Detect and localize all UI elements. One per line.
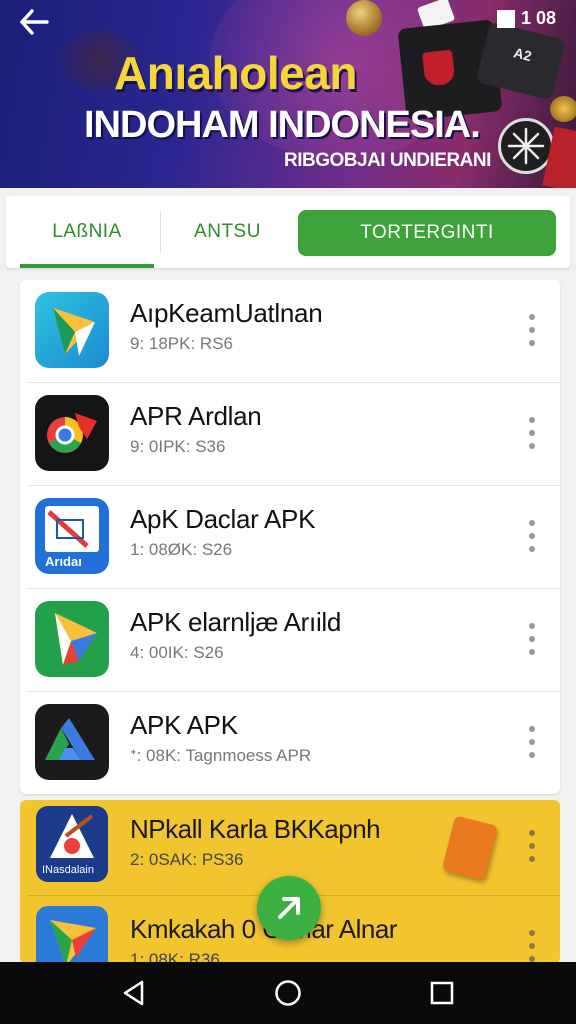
nav-back-button[interactable] xyxy=(116,976,152,1010)
nav-recents-button[interactable] xyxy=(424,976,460,1010)
app-name: ApK Daclar APK xyxy=(130,504,316,534)
tab-first[interactable]: LAßNIA xyxy=(20,196,154,268)
list-item[interactable]: APR Ardlan 9: 0IPK: S36 xyxy=(20,383,560,486)
system-nav-bar xyxy=(0,962,576,1024)
status-bar: 1 08 xyxy=(496,8,556,29)
list-item[interactable]: Arıdaı ApK Daclar APK 1: 08ØK: S26 xyxy=(20,486,560,589)
triangle-play-icon xyxy=(35,292,109,368)
coin-decoration xyxy=(346,0,382,36)
drive-arrow-icon xyxy=(35,704,109,780)
more-vert-icon[interactable] xyxy=(524,830,540,862)
arrow-up-right-icon xyxy=(278,897,300,919)
battery-icon xyxy=(496,9,515,28)
app-name: NPkall Karla BKKapnh xyxy=(130,814,381,844)
app-name: APK APK xyxy=(130,710,238,740)
app-list: AıpKeamUatlnan 9: 18PK: RS6 APR Ardlan 9… xyxy=(20,280,560,794)
banner-tagline: RIBGOBJAI UNDIERANI xyxy=(284,150,491,171)
tab-second[interactable]: ANTSU xyxy=(160,212,294,252)
more-vert-icon[interactable] xyxy=(524,417,540,449)
active-tab-indicator xyxy=(20,264,154,268)
app-meta: ᕀ: 08K: Tagnmoess APR xyxy=(130,746,312,765)
app-meta: 9: 0IPK: S36 xyxy=(130,437,226,456)
tab-third-button[interactable]: TORTERGINTI xyxy=(298,210,556,256)
shield-badge-icon xyxy=(422,49,456,87)
promo-banner[interactable]: A2 1 08 Anıaholean INDOHAM INDONESIA. RI… xyxy=(0,0,576,188)
tab-first-label: LAßNIA xyxy=(52,221,122,242)
nav-back-icon xyxy=(123,980,144,1006)
tab-second-label: ANTSU xyxy=(194,221,261,242)
more-vert-icon[interactable] xyxy=(524,930,540,962)
floating-action-button[interactable] xyxy=(257,876,321,940)
app-meta: 9: 18PK: RS6 xyxy=(130,334,234,353)
nav-home-button[interactable] xyxy=(270,976,306,1010)
chrome-arrow-icon xyxy=(35,395,109,471)
app-name: APK elarnljæ Arıild xyxy=(130,607,342,637)
icon-caption: INasdalain xyxy=(42,864,94,876)
tab-third-label: TORTERGINTI xyxy=(360,222,494,243)
app-meta: 1: 08ØK: S26 xyxy=(130,540,233,559)
tab-bar: LAßNIA ANTSU TORTERGINTI xyxy=(6,196,570,268)
more-vert-icon[interactable] xyxy=(524,623,540,655)
more-vert-icon[interactable] xyxy=(524,520,540,552)
list-item[interactable]: APK elarnljæ Arıild 4: 00IK: S26 xyxy=(20,589,560,692)
app-meta: 2: 0SAK: PS36 xyxy=(130,850,244,869)
arrow-left-icon xyxy=(20,9,49,35)
app-name: AıpKeamUatlnan xyxy=(130,298,323,328)
nav-recents-icon xyxy=(430,981,454,1005)
nav-home-icon xyxy=(275,980,301,1006)
banner-subtitle: INDOHAM INDONESIA. xyxy=(84,104,481,146)
green-triangle-icon xyxy=(35,601,109,677)
shield-download-icon: INasdalain xyxy=(36,806,108,882)
more-vert-icon[interactable] xyxy=(524,726,540,758)
icon-caption: Arıdaı xyxy=(45,554,82,569)
list-item[interactable]: APK APK ᕀ: 08K: Tagnmoess APR xyxy=(20,692,560,794)
back-button[interactable] xyxy=(18,8,54,38)
banner-title: Anıaholean xyxy=(114,47,357,99)
chip-decoration xyxy=(550,96,576,122)
list-item[interactable]: AıpKeamUatlnan 9: 18PK: RS6 xyxy=(20,280,560,383)
more-vert-icon[interactable] xyxy=(524,314,540,346)
tag-text: A2 xyxy=(512,44,534,65)
status-time: 1 08 xyxy=(520,8,556,28)
document-arrow-icon: Arıdaı xyxy=(35,498,109,574)
blue-triangle-icon xyxy=(36,906,108,964)
app-name: APR Ardlan xyxy=(130,401,262,431)
box-decoration xyxy=(441,815,499,881)
app-meta: 4: 00IK: S26 xyxy=(130,643,224,662)
